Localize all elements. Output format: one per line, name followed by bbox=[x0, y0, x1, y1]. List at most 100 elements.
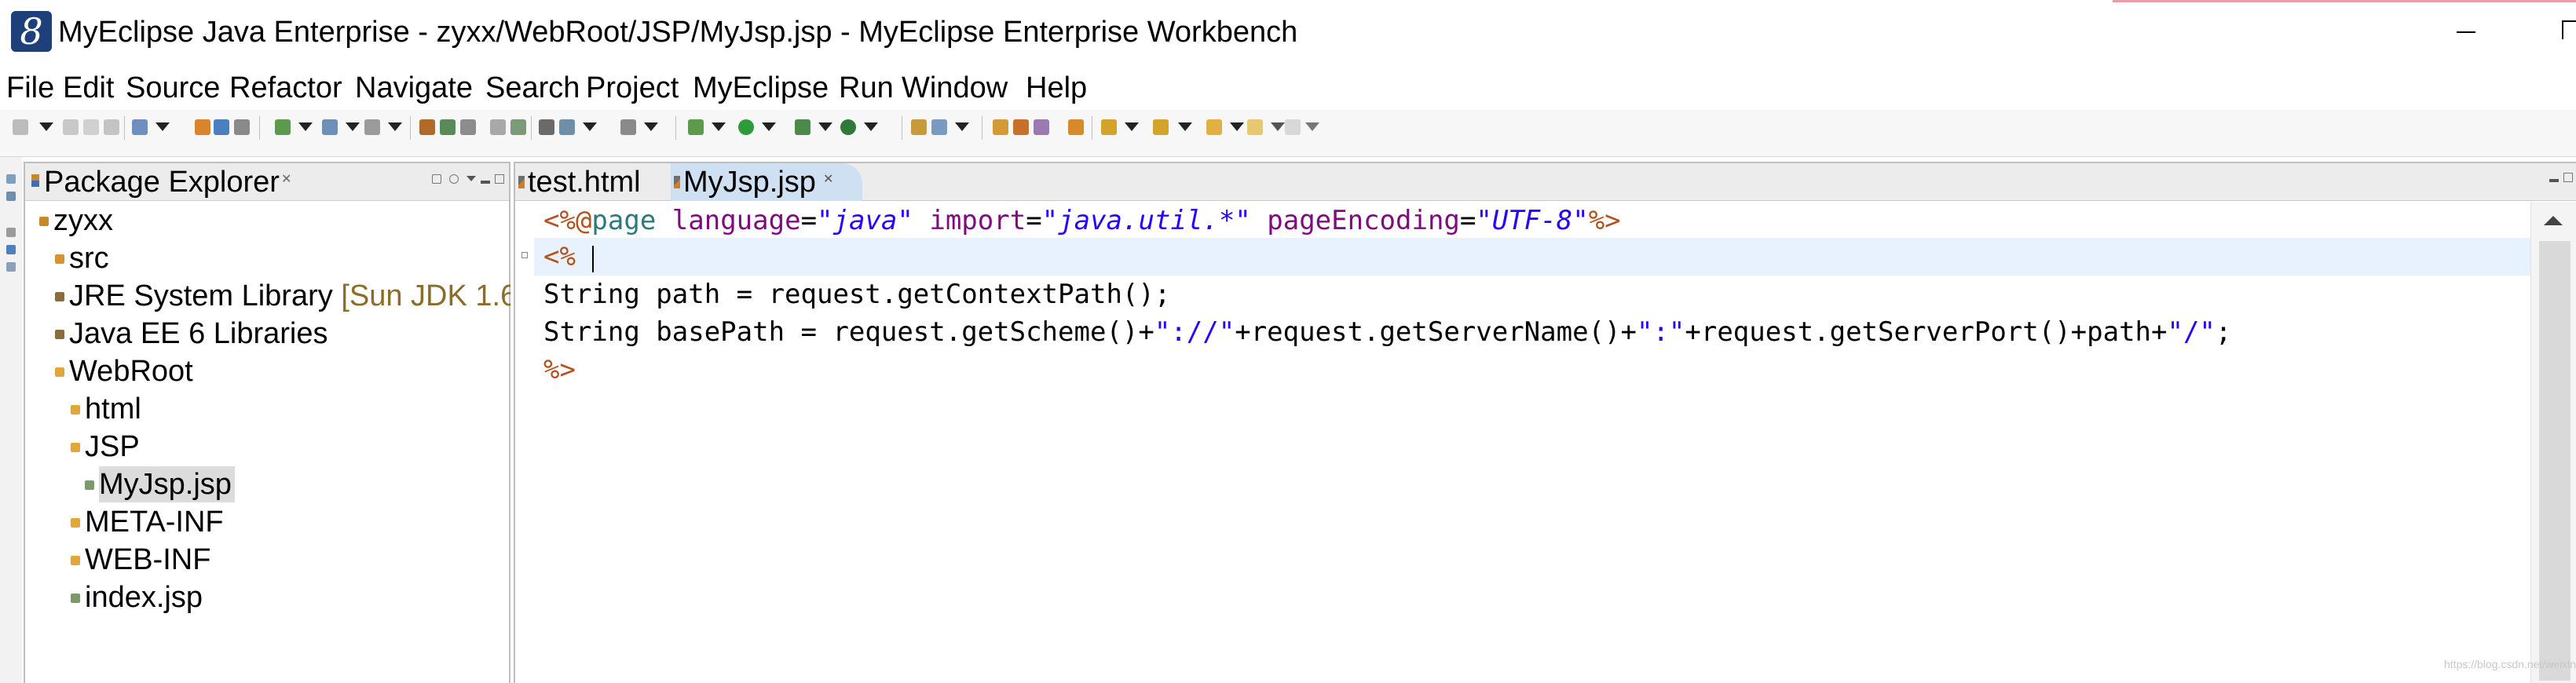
code-editor[interactable]: <%@page language="java" import="java.uti… bbox=[534, 202, 2545, 683]
refresh-dropdown-icon[interactable] bbox=[955, 122, 969, 131]
server-icon[interactable] bbox=[195, 119, 210, 135]
maximize-editor-icon[interactable] bbox=[2563, 173, 2573, 182]
tree-item-index-jsp[interactable]: index.jsp bbox=[25, 579, 496, 617]
print-icon[interactable] bbox=[104, 119, 119, 135]
task-icon[interactable] bbox=[1068, 119, 1084, 135]
globe-icon[interactable] bbox=[460, 119, 476, 135]
tree-item-java-ee-libraries[interactable]: Java EE 6 Libraries bbox=[25, 316, 496, 353]
prev-annotation-icon[interactable] bbox=[1153, 119, 1169, 135]
minimize-editor-icon[interactable] bbox=[2549, 179, 2559, 182]
package-explorer-title[interactable]: Package Explorer bbox=[44, 165, 280, 199]
run-external-icon[interactable] bbox=[795, 119, 810, 135]
minimize-view-icon[interactable] bbox=[481, 181, 490, 184]
new-web-project-icon[interactable] bbox=[275, 119, 291, 135]
close-tab-icon[interactable]: ✕ bbox=[823, 171, 833, 187]
debug-dropdown-icon[interactable] bbox=[712, 122, 726, 131]
outline-view-icon[interactable] bbox=[6, 228, 16, 237]
run-external-dropdown-icon[interactable] bbox=[818, 122, 832, 131]
prev-annotation-dropdown-icon[interactable] bbox=[1178, 122, 1192, 131]
collapse-all-icon[interactable] bbox=[432, 174, 441, 184]
toolbar-separator bbox=[531, 116, 532, 140]
run-dropdown-icon[interactable] bbox=[762, 122, 776, 131]
pin-icon[interactable] bbox=[1285, 119, 1301, 135]
new-dropdown-icon[interactable] bbox=[39, 122, 53, 131]
view-menu-icon[interactable] bbox=[467, 176, 476, 181]
properties-view-icon[interactable] bbox=[6, 245, 16, 254]
new-servlet-icon[interactable] bbox=[322, 119, 338, 135]
link-with-editor-icon[interactable] bbox=[449, 174, 459, 184]
scroll-up-arrow-icon[interactable] bbox=[2544, 216, 2563, 225]
menu-project[interactable]: Project bbox=[586, 71, 679, 105]
tree-item-zyxx[interactable]: zyxx bbox=[25, 203, 496, 240]
minimize-button[interactable] bbox=[2453, 14, 2477, 46]
search-icon[interactable] bbox=[539, 119, 554, 135]
coverage-icon[interactable] bbox=[840, 119, 856, 135]
next-annotation-icon[interactable] bbox=[1101, 119, 1117, 135]
open-type-icon[interactable] bbox=[419, 119, 435, 135]
tab-test-html[interactable]: test.html bbox=[515, 163, 661, 201]
hierarchy-view-icon[interactable] bbox=[6, 192, 16, 201]
back-dropdown-icon[interactable] bbox=[1230, 122, 1244, 131]
forward-dropdown-icon[interactable] bbox=[1271, 122, 1285, 131]
tree-item-jre-system-library[interactable]: JRE System Library [Sun JDK 1.6 bbox=[25, 278, 510, 316]
menu-help[interactable]: Help bbox=[1026, 71, 1087, 105]
tool-dropdown-icon[interactable] bbox=[644, 122, 658, 131]
tree-item-webroot[interactable]: WebRoot bbox=[25, 353, 496, 391]
maximize-view-icon[interactable] bbox=[495, 174, 504, 184]
deploy-icon[interactable] bbox=[132, 119, 148, 135]
menu-run[interactable]: Run bbox=[839, 71, 894, 105]
tree-item-meta-inf[interactable]: META-INF bbox=[25, 504, 496, 542]
menu-navigate[interactable]: Navigate bbox=[355, 71, 473, 105]
toggle-icon[interactable] bbox=[510, 119, 526, 135]
tree-item-myjsp[interactable]: MyJsp.jsp bbox=[25, 466, 496, 504]
back-icon[interactable] bbox=[1206, 119, 1222, 135]
editor-vertical-scrollbar[interactable] bbox=[2530, 202, 2576, 683]
scrollbar-thumb[interactable] bbox=[2539, 241, 2571, 681]
coverage-dropdown-icon[interactable] bbox=[864, 122, 878, 131]
tree-item-jsp[interactable]: JSP bbox=[25, 429, 496, 466]
annotation-icon[interactable] bbox=[1034, 119, 1049, 135]
package-icon[interactable] bbox=[911, 119, 927, 135]
deploy-dropdown-icon[interactable] bbox=[156, 122, 170, 131]
new-servlet-dropdown-icon[interactable] bbox=[346, 122, 360, 131]
menu-myeclipse[interactable]: MyEclipse bbox=[693, 71, 829, 105]
save-all-icon[interactable] bbox=[83, 119, 99, 135]
tree-item-html[interactable]: html bbox=[25, 391, 496, 429]
new-class-dropdown-icon[interactable] bbox=[388, 122, 402, 131]
restore-view-icon[interactable] bbox=[6, 174, 16, 184]
fold-marker-icon[interactable] bbox=[521, 252, 528, 258]
restore-button[interactable] bbox=[2562, 17, 2576, 39]
run-icon[interactable] bbox=[738, 119, 754, 135]
pencil-icon[interactable] bbox=[1013, 119, 1029, 135]
menu-source[interactable]: Source bbox=[126, 71, 220, 105]
new-web-dropdown-icon[interactable] bbox=[298, 122, 313, 131]
tab-myjsp-jsp[interactable]: MyJsp.jsp ✕ bbox=[671, 163, 862, 201]
tree-item-src[interactable]: src bbox=[25, 240, 496, 278]
open-task-icon[interactable] bbox=[440, 119, 456, 135]
debug-icon[interactable] bbox=[688, 119, 704, 135]
menu-search[interactable]: Search bbox=[485, 71, 580, 105]
menu-edit[interactable]: Edit bbox=[63, 71, 114, 105]
myeclipse-logo-icon: 8 bbox=[11, 11, 52, 52]
tool-icon[interactable] bbox=[620, 119, 636, 135]
new-class-icon[interactable] bbox=[364, 119, 380, 135]
pin-dropdown-icon[interactable] bbox=[1305, 122, 1319, 131]
menu-window[interactable]: Window bbox=[902, 71, 1008, 105]
tree-item-web-inf[interactable]: WEB-INF bbox=[25, 542, 496, 579]
next-annotation-dropdown-icon[interactable] bbox=[1125, 122, 1139, 131]
browse-dropdown-icon[interactable] bbox=[583, 122, 597, 131]
browse-icon[interactable] bbox=[559, 119, 575, 135]
menu-file[interactable]: File bbox=[6, 71, 54, 105]
menu-refactor[interactable]: Refactor bbox=[229, 71, 342, 105]
close-icon[interactable]: ✕ bbox=[281, 171, 291, 187]
forward-icon[interactable] bbox=[1247, 119, 1263, 135]
database-icon[interactable] bbox=[214, 119, 229, 135]
open-folder-icon[interactable] bbox=[993, 119, 1008, 135]
servers-view-icon[interactable] bbox=[6, 262, 16, 272]
new-icon[interactable] bbox=[13, 119, 28, 135]
refresh-icon[interactable] bbox=[931, 119, 947, 135]
tab-label: MyJsp.jsp bbox=[683, 166, 816, 199]
save-icon[interactable] bbox=[63, 119, 79, 135]
browser-icon[interactable] bbox=[234, 119, 250, 135]
external-tools-icon[interactable] bbox=[490, 119, 506, 135]
